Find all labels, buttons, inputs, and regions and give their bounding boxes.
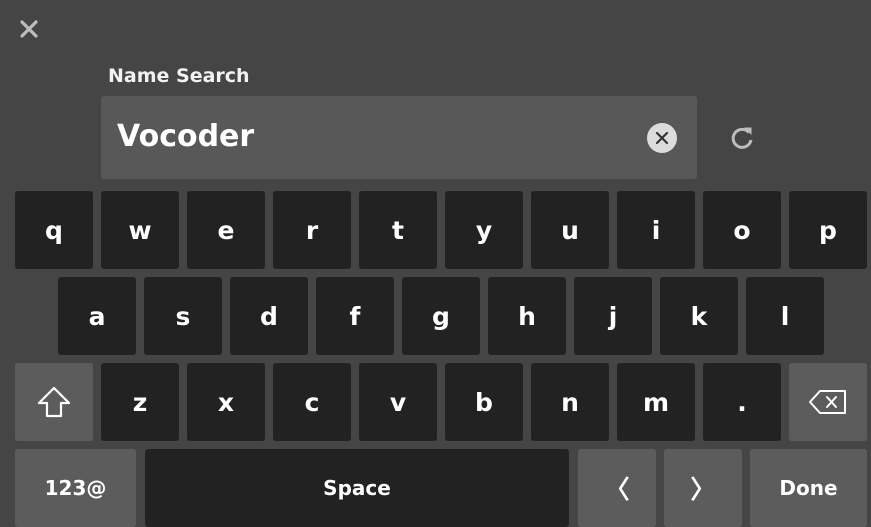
key-k[interactable]: k: [660, 277, 738, 355]
search-field-label: Name Search: [108, 65, 250, 87]
key-n[interactable]: n: [531, 363, 609, 441]
key-b[interactable]: b: [445, 363, 523, 441]
key-w[interactable]: w: [101, 191, 179, 269]
key-j[interactable]: j: [574, 277, 652, 355]
close-icon: [20, 20, 38, 38]
key-h[interactable]: h: [488, 277, 566, 355]
key-e[interactable]: e: [187, 191, 265, 269]
shift-arrow-icon: [37, 386, 71, 418]
refresh-icon: [731, 127, 753, 149]
key-l[interactable]: l: [746, 277, 824, 355]
key-y[interactable]: y: [445, 191, 523, 269]
refresh-button[interactable]: [724, 120, 760, 156]
key-v[interactable]: v: [359, 363, 437, 441]
key-m[interactable]: m: [617, 363, 695, 441]
key-q[interactable]: q: [15, 191, 93, 269]
key-z[interactable]: z: [101, 363, 179, 441]
backspace-icon: [809, 390, 846, 414]
done-key[interactable]: Done: [750, 449, 867, 527]
key-o[interactable]: o: [703, 191, 781, 269]
clear-circle-icon: [655, 131, 669, 145]
key-period[interactable]: .: [703, 363, 781, 441]
key-i[interactable]: i: [617, 191, 695, 269]
shift-key[interactable]: [15, 363, 93, 441]
key-x[interactable]: x: [187, 363, 265, 441]
key-r[interactable]: r: [273, 191, 351, 269]
backspace-key[interactable]: [789, 363, 867, 441]
close-button[interactable]: [14, 14, 44, 44]
key-d[interactable]: d: [230, 277, 308, 355]
key-t[interactable]: t: [359, 191, 437, 269]
space-key[interactable]: Space: [145, 449, 569, 527]
search-input-value: Vocoder: [117, 119, 255, 154]
clear-search-button[interactable]: [647, 123, 677, 153]
key-a[interactable]: a: [58, 277, 136, 355]
search-input[interactable]: Vocoder: [101, 96, 697, 179]
key-p[interactable]: p: [789, 191, 867, 269]
cursor-left-key[interactable]: 〈: [578, 449, 656, 527]
key-u[interactable]: u: [531, 191, 609, 269]
key-c[interactable]: c: [273, 363, 351, 441]
key-s[interactable]: s: [144, 277, 222, 355]
mode-switch-key[interactable]: 123@: [15, 449, 136, 527]
key-f[interactable]: f: [316, 277, 394, 355]
key-g[interactable]: g: [402, 277, 480, 355]
cursor-right-key[interactable]: 〉: [664, 449, 742, 527]
